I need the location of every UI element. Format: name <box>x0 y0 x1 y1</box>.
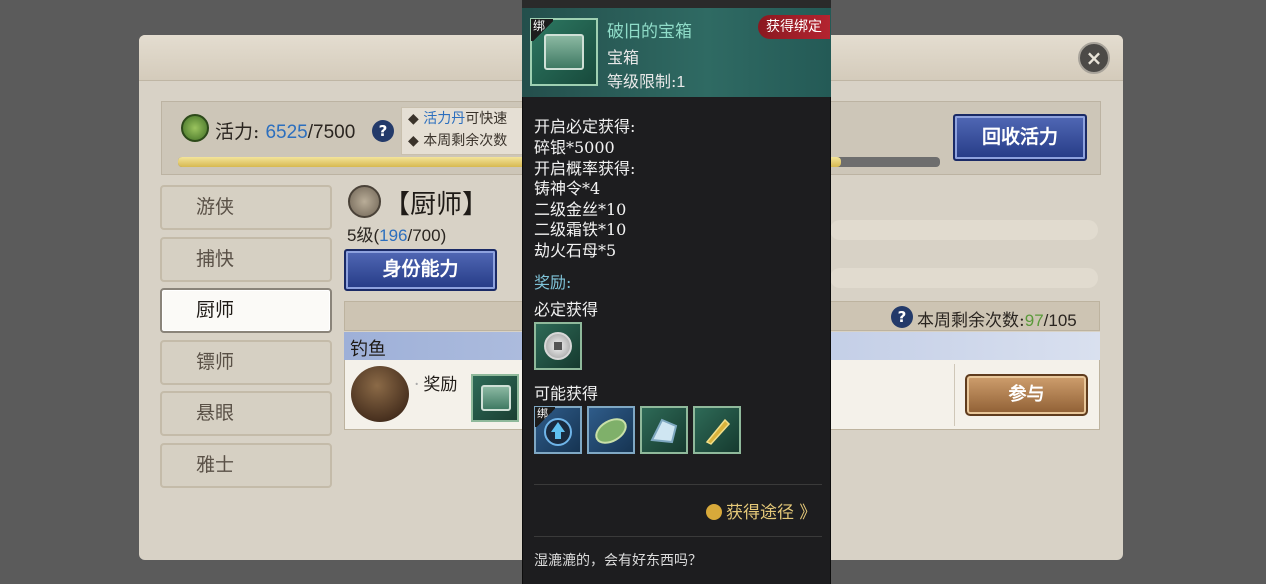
sidebar-item-scholar[interactable]: 雅士 <box>160 443 332 488</box>
silver-coin-icon <box>544 332 572 360</box>
bind-badge: 获得绑定 <box>758 15 830 39</box>
recycle-vigor-button[interactable]: 回收活力 <box>953 114 1087 161</box>
role-exp-max: /700) <box>407 226 447 245</box>
vigor-help-icon[interactable]: ? <box>372 120 394 142</box>
weekly-help-icon[interactable]: ? <box>891 306 913 328</box>
tip-line-1: ◆ 活力丹可快速 <box>408 111 508 127</box>
frost-iron-icon <box>650 418 678 444</box>
close-icon[interactable]: × <box>1078 42 1110 74</box>
gold-thread-icon <box>595 418 627 444</box>
vigor-label: 活力: 6525/7500 <box>215 117 355 144</box>
frost-iron-slot[interactable] <box>640 406 688 454</box>
tip-highlight: 活力丹 <box>423 111 466 127</box>
sidebar-item-bounty[interactable]: 悬眼 <box>160 391 332 436</box>
tip-line-2-text: 本周剩余次数 <box>423 133 508 149</box>
vigor-max: /7500 <box>307 122 356 143</box>
tooltip-level-value: 1 <box>676 74 686 91</box>
join-button[interactable]: 参与 <box>965 374 1088 416</box>
divider <box>954 364 955 426</box>
fishing-icon <box>351 366 409 422</box>
chance-item: 劫火石母*5 <box>534 241 617 260</box>
treasure-chest-icon <box>481 385 511 411</box>
tip-line-2: ◆ 本周剩余次数 <box>408 133 508 149</box>
background-bar <box>830 220 1098 240</box>
tooltip-item-type: 宝箱 <box>607 48 640 67</box>
chef-icon <box>348 185 381 218</box>
vigor-icon <box>181 114 209 142</box>
background-bar <box>830 268 1098 288</box>
reward-label: 奖励 <box>414 370 457 395</box>
sidebar-item-constable[interactable]: 捕快 <box>160 237 332 282</box>
sidebar-item-chef[interactable]: 厨师 <box>160 288 332 333</box>
source-icon <box>706 504 722 520</box>
vigor-tip: ◆ 活力丹可快速 ◆ 本周剩余次数 <box>401 107 526 155</box>
weekly-max: /105 <box>1043 311 1077 330</box>
role-level-prefix: 5级( <box>347 226 380 245</box>
tooltip-divider <box>534 484 822 485</box>
source-link-text: 获得途径 》 <box>726 503 817 523</box>
weekly-label: 本周剩余次数: <box>917 311 1025 331</box>
gold-thread-slot[interactable] <box>587 406 635 454</box>
tip-rest: 可快速 <box>465 111 508 127</box>
weekly-current: 97 <box>1024 311 1044 330</box>
tooltip-level-label: 等级限制: <box>607 72 677 91</box>
tooltip-item-name: 破旧的宝箱 <box>607 22 692 42</box>
silver-coin-slot[interactable] <box>534 322 582 370</box>
obtain-source-link[interactable]: 获得途径 》 <box>706 498 816 523</box>
role-level: 5级(196/700) <box>347 221 446 246</box>
role-title: 【厨师】 <box>384 190 489 220</box>
tooltip-divider <box>534 536 822 537</box>
flavor-text: 湿漉漉的，会有好东西吗？ <box>534 553 702 569</box>
vigor-text: 活力: <box>215 121 260 143</box>
weekly-remaining: 本周剩余次数:97/105 <box>917 306 1077 331</box>
bind-mark: 绑 <box>531 19 553 41</box>
reward-section-title: 奖励: <box>534 273 572 292</box>
tooltip-level-limit: 等级限制:1 <box>607 68 685 92</box>
bind-mark: 绑 <box>535 407 555 427</box>
identity-ability-button[interactable]: 身份能力 <box>344 249 497 291</box>
reward-chest-slot[interactable] <box>471 374 519 422</box>
must-get-label: 必定获得 <box>534 300 599 319</box>
fire-stone-icon <box>705 418 731 445</box>
fire-stone-slot[interactable] <box>693 406 741 454</box>
vigor-current: 6525 <box>265 122 308 143</box>
role-exp-current: 196 <box>379 226 408 245</box>
tooltip-top-strip <box>522 0 831 8</box>
sidebar-item-ranger[interactable]: 游侠 <box>160 185 332 230</box>
activity-name: 钓鱼 <box>350 339 386 360</box>
sidebar-item-escort[interactable]: 镖师 <box>160 340 332 385</box>
may-get-label: 可能获得 <box>534 384 599 403</box>
